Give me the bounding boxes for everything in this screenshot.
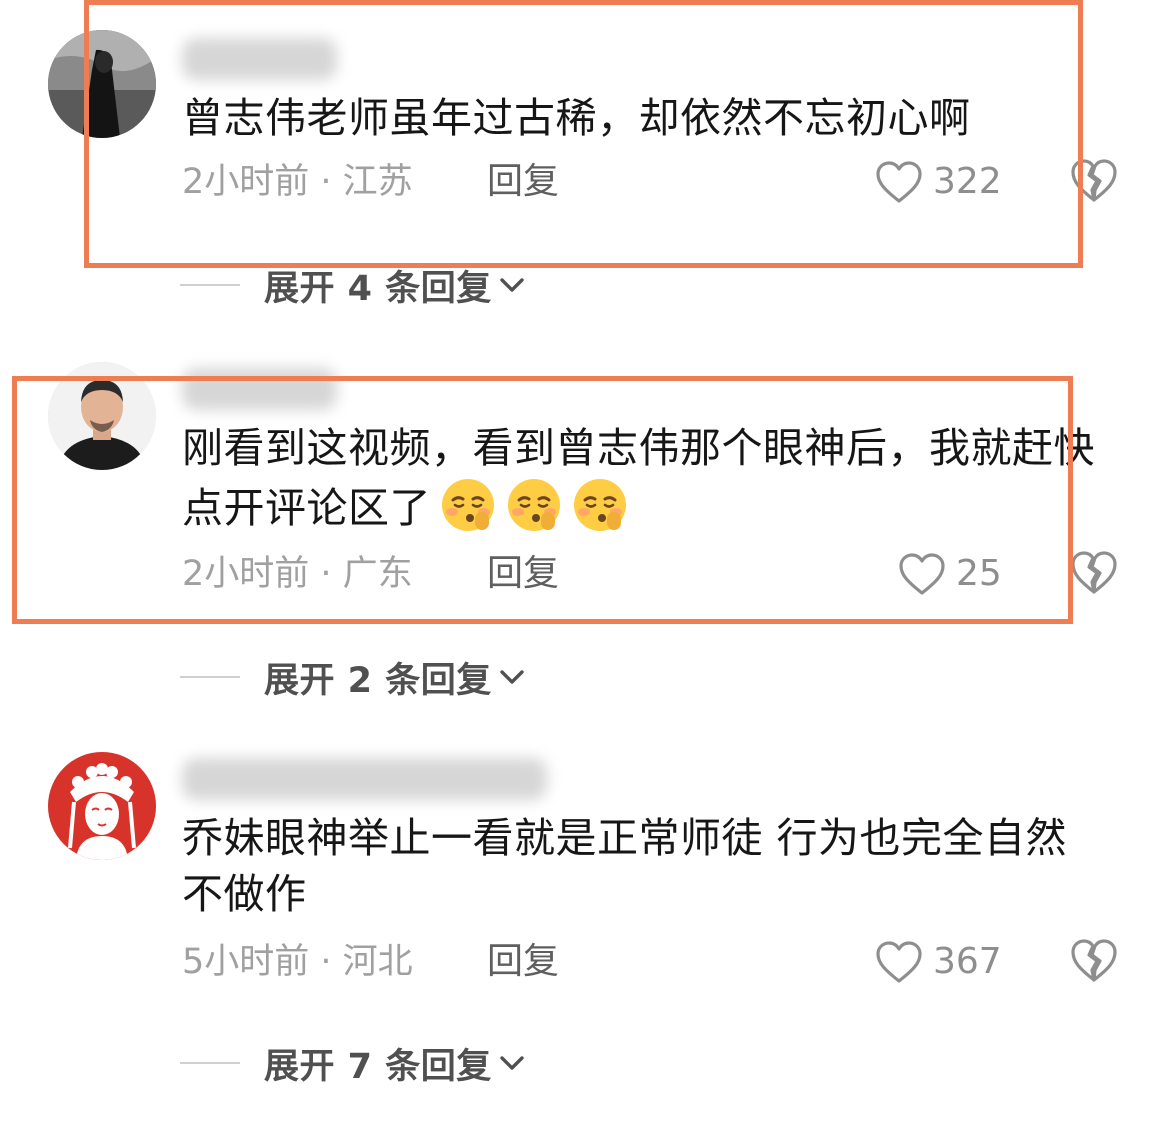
- heart-outline-icon: [875, 160, 923, 204]
- comment-location: 江苏: [342, 162, 413, 202]
- expand-replies-button[interactable]: 展开 4 条回复: [180, 263, 528, 309]
- heart-outline-icon: [898, 552, 946, 596]
- expand-replies-label: 展开 7 条回复: [264, 1046, 492, 1087]
- comment-meta: 2小时前 · 江苏: [182, 160, 413, 204]
- heart-outline-icon: [875, 940, 923, 984]
- comment-location: 广东: [342, 554, 413, 594]
- shushing-face-emoji-2: [505, 476, 563, 534]
- like-button[interactable]: 322: [875, 158, 1002, 206]
- expand-replies-button[interactable]: 展开 2 条回复: [180, 655, 528, 701]
- reply-button[interactable]: 回复: [487, 160, 559, 204]
- meta-separator: ·: [309, 554, 343, 594]
- username-blurred[interactable]: [182, 758, 547, 800]
- expand-divider: [180, 676, 240, 678]
- comment-text-content: 曾志伟老师虽年过古稀，却依然不忘初心啊: [182, 94, 971, 142]
- comment-time: 2小时前: [182, 162, 310, 202]
- chevron-down-icon: [496, 269, 528, 301]
- reply-button[interactable]: 回复: [487, 552, 559, 596]
- comment-time: 5小时前: [182, 942, 310, 982]
- comment-text: 刚看到这视频，看到曾志伟那个眼神后，我就赶快点开评论区了: [182, 420, 1097, 536]
- comment-text: 曾志伟老师虽年过古稀，却依然不忘初心啊: [182, 90, 1097, 146]
- dislike-button[interactable]: [1070, 937, 1118, 983]
- expand-divider: [180, 284, 240, 286]
- broken-heart-icon: [1070, 157, 1118, 203]
- dislike-button[interactable]: [1070, 549, 1118, 595]
- meta-separator: ·: [309, 162, 343, 202]
- comment-text: 乔妹眼神举止一看就是正常师徒 行为也完全自然不做作: [182, 810, 1097, 922]
- like-count: 367: [933, 941, 1002, 982]
- avatar[interactable]: [48, 752, 156, 860]
- comment-text-content: 刚看到这视频，看到曾志伟那个眼神后，我就赶快点开评论区了: [182, 424, 1095, 532]
- chevron-down-icon: [496, 661, 528, 693]
- broken-heart-icon: [1070, 937, 1118, 983]
- comment-text-content: 乔妹眼神举止一看就是正常师徒 行为也完全自然不做作: [182, 814, 1068, 918]
- like-button[interactable]: 25: [898, 550, 1002, 598]
- avatar[interactable]: [48, 30, 156, 138]
- comment-meta: 5小时前 · 河北: [182, 940, 413, 984]
- chevron-down-icon: [496, 1047, 528, 1079]
- like-count: 25: [956, 553, 1002, 594]
- expand-replies-label: 展开 2 条回复: [264, 660, 492, 701]
- dislike-button[interactable]: [1070, 157, 1118, 203]
- expand-divider: [180, 1062, 240, 1064]
- avatar[interactable]: [48, 362, 156, 470]
- comment-meta: 2小时前 · 广东: [182, 552, 413, 596]
- shushing-face-emoji-1: [439, 476, 497, 534]
- username-blurred[interactable]: [182, 368, 337, 410]
- expand-replies-label: 展开 4 条回复: [264, 268, 492, 309]
- expand-replies-button[interactable]: 展开 7 条回复: [180, 1041, 528, 1087]
- shushing-face-emoji-3: [571, 476, 629, 534]
- meta-separator: ·: [309, 942, 343, 982]
- like-button[interactable]: 367: [875, 938, 1002, 986]
- reply-button[interactable]: 回复: [487, 940, 559, 984]
- broken-heart-icon: [1070, 549, 1118, 595]
- comment-location: 河北: [342, 942, 413, 982]
- like-count: 322: [933, 161, 1002, 202]
- comment-time: 2小时前: [182, 554, 310, 594]
- username-blurred[interactable]: [182, 38, 337, 80]
